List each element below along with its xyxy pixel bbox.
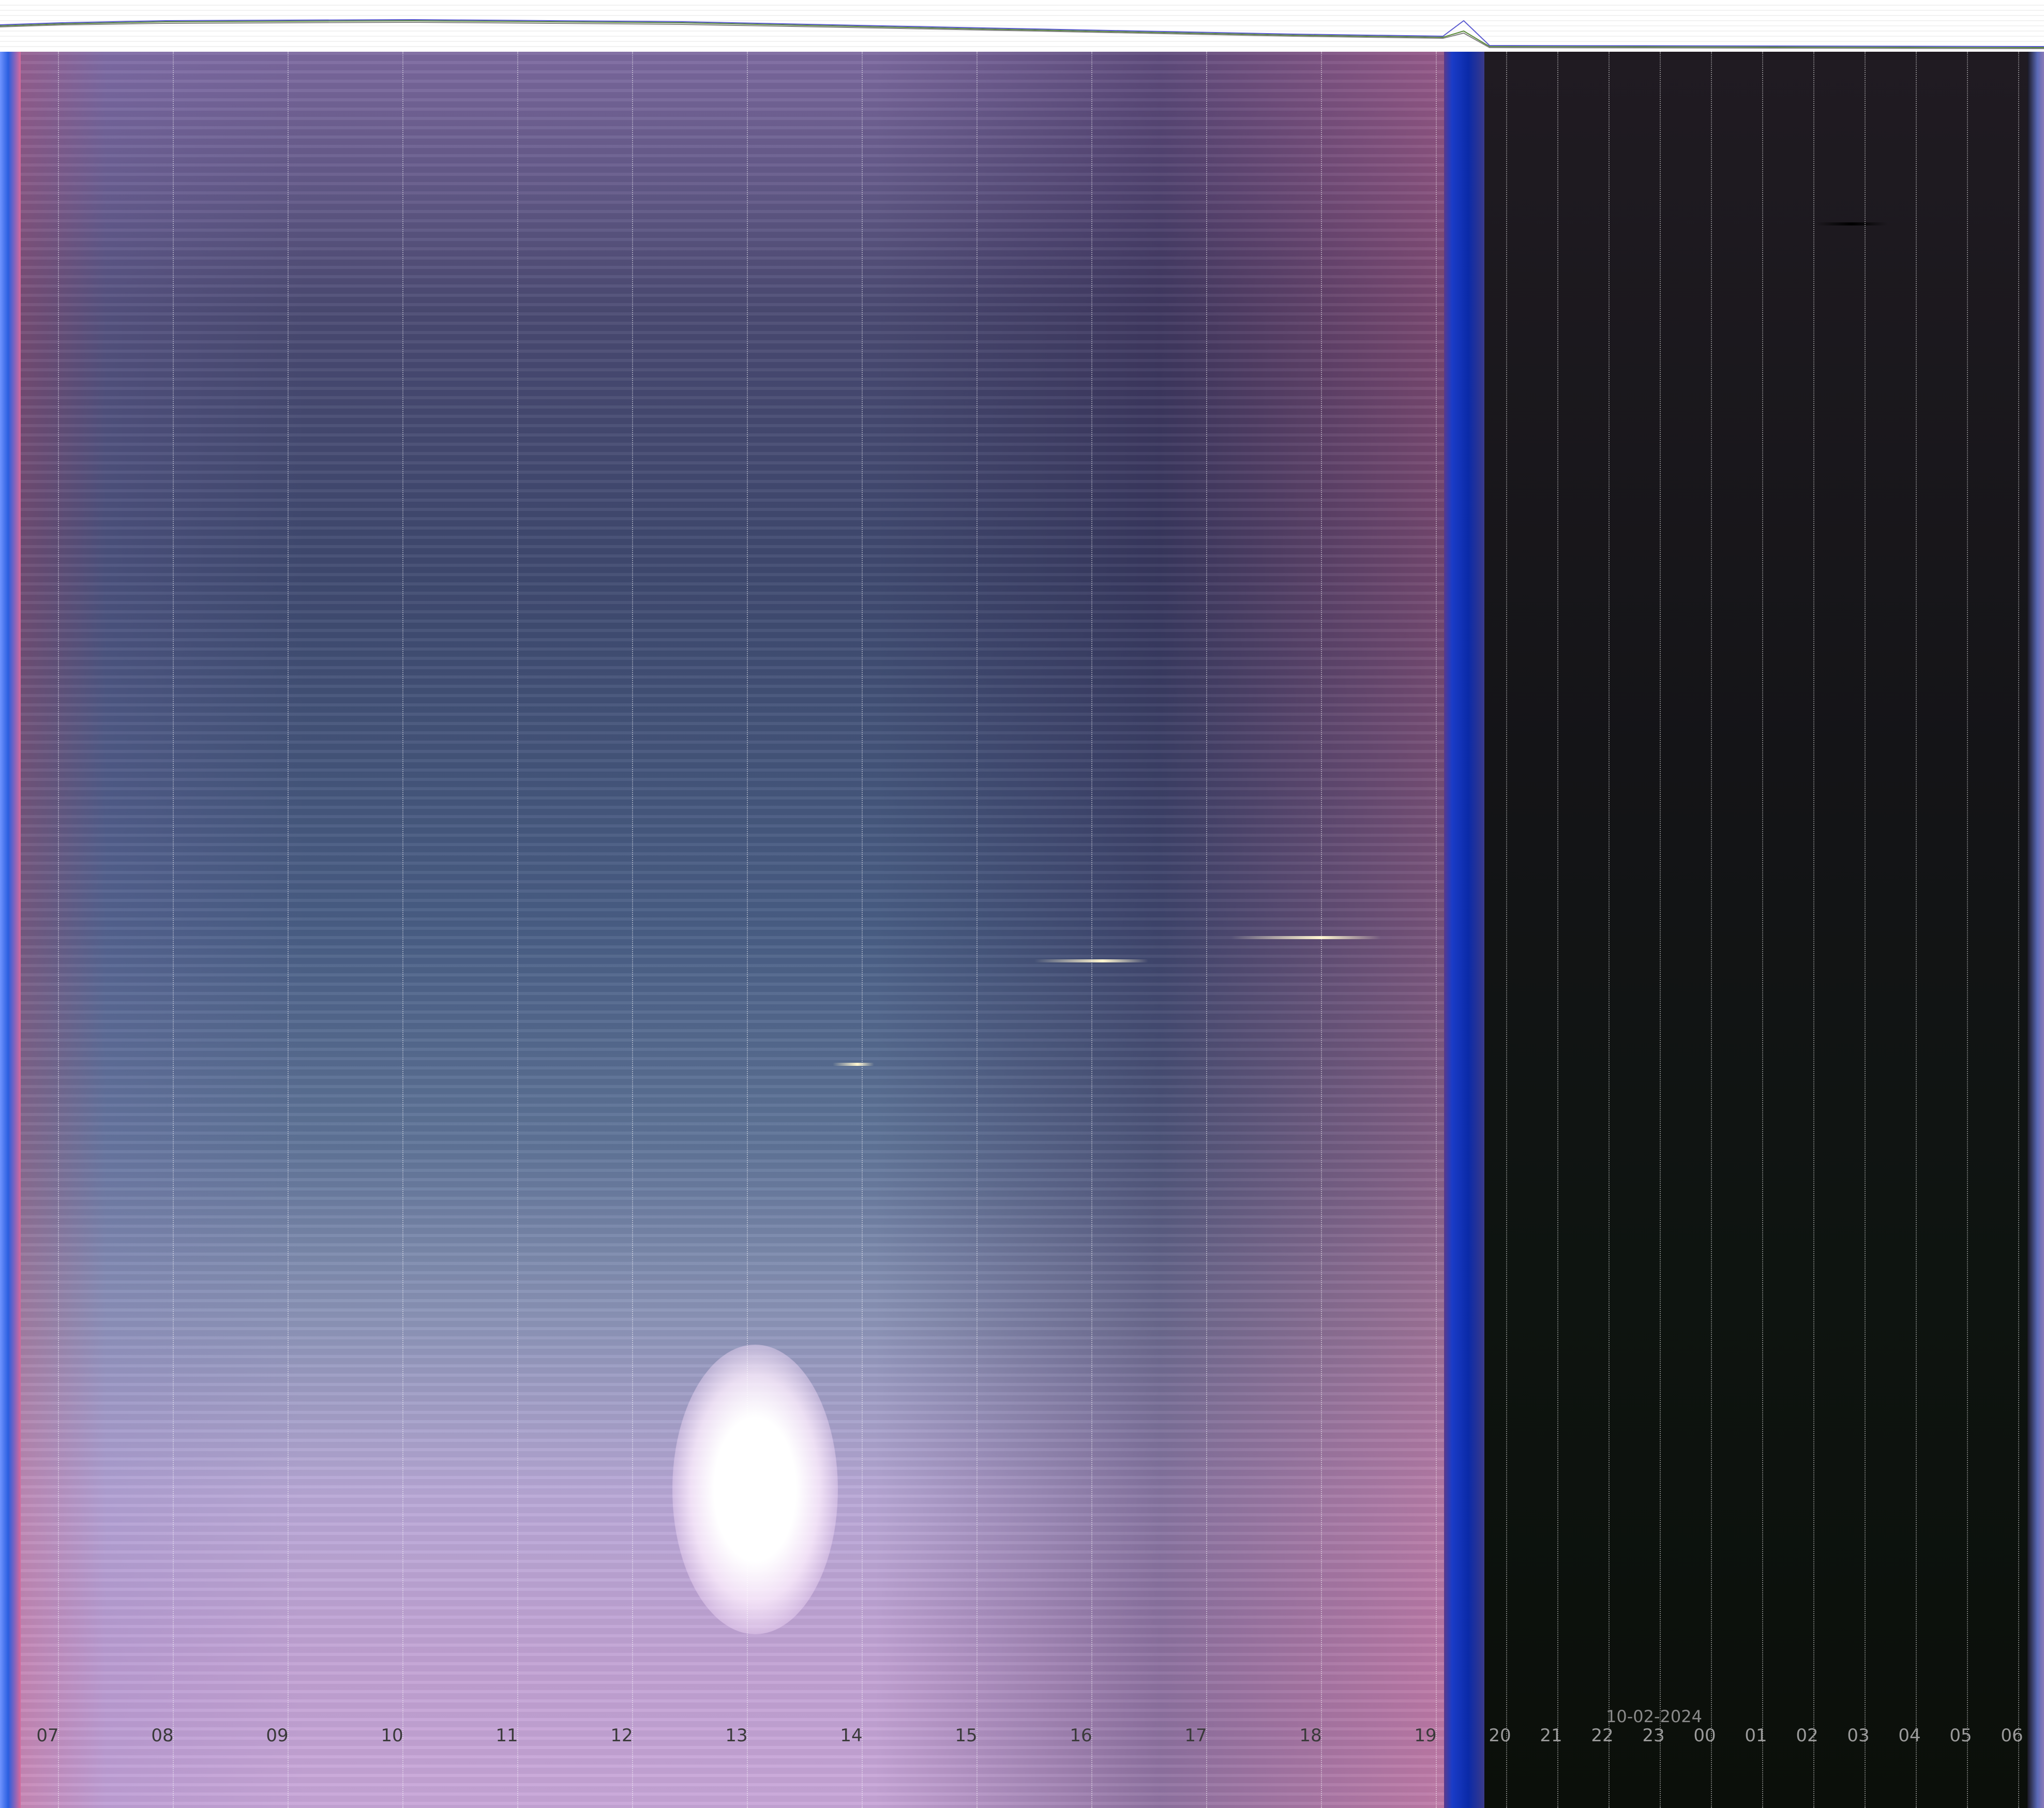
- graph-line-blue: [0, 19, 2044, 47]
- hour-gridline: [1091, 52, 1092, 1808]
- hour-label: 08: [151, 1725, 174, 1746]
- hour-gridline: [1711, 52, 1712, 1808]
- hour-gridline: [1206, 52, 1207, 1808]
- light-streak: [833, 1063, 874, 1066]
- hour-gridline: [862, 52, 863, 1808]
- hour-gridline: [1557, 52, 1558, 1808]
- hour-gridline: [288, 52, 289, 1808]
- hour-label: 21: [1540, 1725, 1562, 1746]
- hour-gridline: [173, 52, 174, 1808]
- hour-label: 11: [495, 1725, 518, 1746]
- hour-label: 18: [1299, 1725, 1322, 1746]
- hour-gridline: [1660, 52, 1661, 1808]
- night-sky-band: [1484, 52, 2044, 1808]
- hour-gridline: [402, 52, 403, 1808]
- hour-label: 22: [1591, 1725, 1614, 1746]
- hour-gridline: [1967, 52, 1968, 1808]
- hour-gridline: [2018, 52, 2019, 1808]
- hour-label: 04: [1898, 1725, 1921, 1746]
- hour-label: 10: [381, 1725, 403, 1746]
- hour-gridline: [1813, 52, 1814, 1808]
- hour-label: 23: [1642, 1725, 1665, 1746]
- light-streak: [1815, 222, 1888, 225]
- hour-label: 16: [1070, 1725, 1092, 1746]
- date-label: 10-02-2024: [1606, 1707, 1702, 1726]
- hour-gridline: [747, 52, 748, 1808]
- hour-label: 09: [266, 1725, 289, 1746]
- hour-gridline: [58, 52, 59, 1808]
- hour-label: 12: [610, 1725, 633, 1746]
- sensor-graph: [0, 5, 2044, 49]
- hour-gridline: [976, 52, 978, 1808]
- left-edge-band: [0, 52, 21, 1808]
- hour-label: 01: [1745, 1725, 1767, 1746]
- hour-gridline: [517, 52, 518, 1808]
- hour-gridline: [1609, 52, 1610, 1808]
- hour-label: 13: [725, 1725, 748, 1746]
- hour-gridline: [1762, 52, 1763, 1808]
- hour-label: 07: [36, 1725, 59, 1746]
- hour-label: 03: [1847, 1725, 1870, 1746]
- sun-glare: [672, 1345, 838, 1634]
- hour-label: 20: [1489, 1725, 1511, 1746]
- hour-label: 06: [2001, 1725, 2023, 1746]
- hour-gridline: [1506, 52, 1507, 1808]
- hour-label: 19: [1414, 1725, 1437, 1746]
- hour-label: 02: [1796, 1725, 1818, 1746]
- sensor-graph-strip: [0, 0, 2044, 52]
- keogram-image: [0, 52, 2044, 1808]
- hour-label: 14: [840, 1725, 863, 1746]
- hour-gridline: [1865, 52, 1866, 1808]
- hour-gridline: [1916, 52, 1917, 1808]
- hour-gridline: [1436, 52, 1437, 1808]
- hour-gridline: [1321, 52, 1322, 1808]
- graph-line-green: [0, 20, 2044, 48]
- hour-gridline: [632, 52, 633, 1808]
- hour-label: 17: [1184, 1725, 1207, 1746]
- hour-label: 00: [1693, 1725, 1716, 1746]
- light-streak: [1231, 936, 1381, 939]
- graph-line-gray: [0, 21, 2044, 49]
- hour-label: 05: [1949, 1725, 1972, 1746]
- twilight-blue-band: [1444, 52, 1484, 1808]
- hour-label: 15: [955, 1725, 978, 1746]
- right-edge-band: [2027, 52, 2044, 1808]
